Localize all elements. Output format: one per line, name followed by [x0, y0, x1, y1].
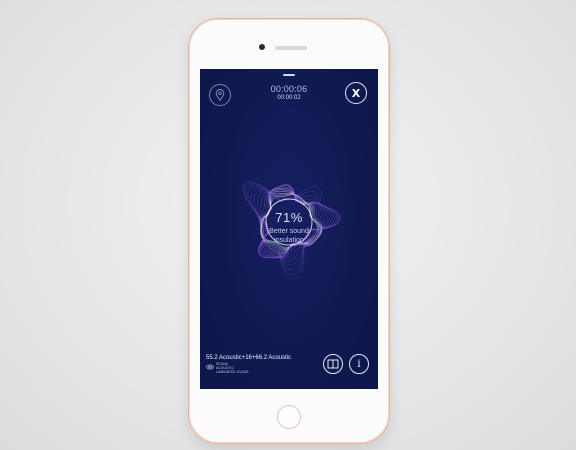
glass-configuration-label: 55.2 Acoustic+16+66.2 Acoustic	[206, 355, 292, 361]
brand-line: LAMINATED GLASS	[216, 369, 249, 374]
drag-handle[interactable]	[283, 74, 295, 76]
earpiece-speaker	[275, 46, 307, 50]
app-screen: 00:00:06 00:00:02 X 71% Better sound ins…	[200, 69, 378, 389]
book-icon	[327, 359, 339, 369]
glass-details-button[interactable]	[323, 354, 343, 374]
brand-text: SIGNIA ACOUSTIC LAMINATED GLASS	[216, 362, 249, 374]
close-icon: X	[351, 86, 361, 100]
front-camera	[259, 44, 265, 50]
phone-device: 00:00:06 00:00:02 X 71% Better sound ins…	[188, 18, 390, 444]
close-button[interactable]: X	[345, 82, 367, 104]
info-button[interactable]: i	[349, 354, 369, 374]
insulation-caption: Better sound insulation	[269, 228, 309, 244]
home-button[interactable]	[277, 405, 301, 429]
brand-mark-icon	[206, 364, 214, 370]
brand-logo: SIGNIA ACOUSTIC LAMINATED GLASS	[206, 362, 249, 374]
insulation-percentage: 71%	[275, 210, 303, 225]
info-icon: i	[357, 358, 361, 370]
